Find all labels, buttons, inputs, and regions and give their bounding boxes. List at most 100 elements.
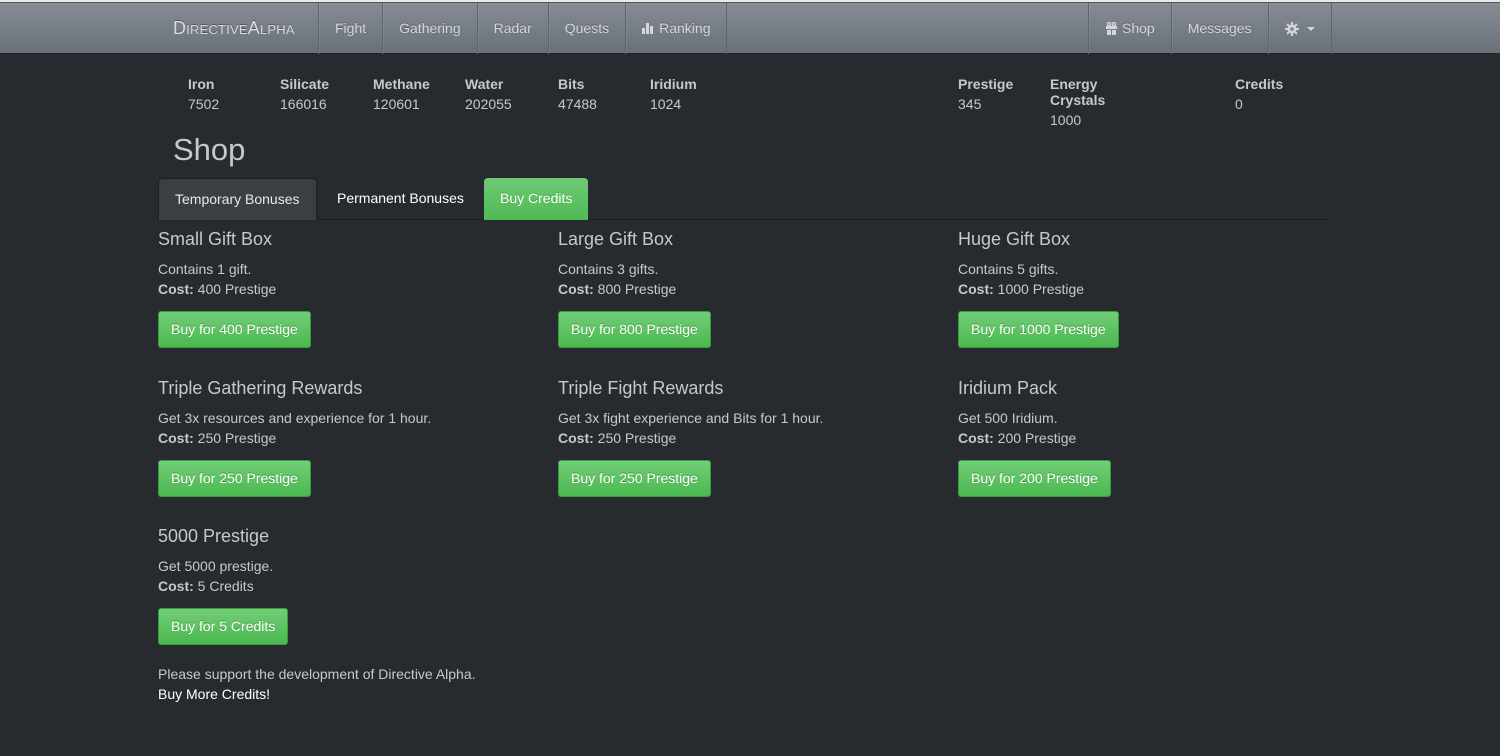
cost-label: Cost:	[958, 430, 994, 446]
stat-label: Water	[465, 76, 504, 92]
cost-value: 200 Prestige	[997, 430, 1077, 446]
gear-icon	[1284, 21, 1299, 36]
stat-iron: Iron 7502	[188, 76, 219, 112]
stat-energy-crystals: Energy Crystals 1000	[1050, 76, 1105, 128]
item-title: Triple Gathering Rewards	[158, 378, 363, 398]
item-cost: Cost: 200 Prestige	[958, 428, 1338, 448]
stat-water: Water 202055	[465, 76, 512, 112]
nav-ranking[interactable]: Ranking	[625, 3, 728, 54]
shop-item-huge-gift-box: Huge Gift Box Contains 5 gifts. Cost: 10…	[958, 229, 1338, 348]
cost-value: 250 Prestige	[197, 430, 277, 446]
cost-label: Cost:	[158, 281, 194, 297]
cost-label: Cost:	[158, 578, 194, 594]
item-cost: Cost: 800 Prestige	[558, 279, 938, 299]
nav-fight[interactable]: Fight	[318, 3, 382, 54]
buy-button[interactable]: Buy for 1000 Prestige	[958, 311, 1119, 348]
nav-shop[interactable]: Shop	[1088, 3, 1171, 54]
item-title: Small Gift Box	[158, 229, 273, 249]
buy-more-credits-link[interactable]: Buy More Credits!	[158, 684, 476, 704]
cost-label: Cost:	[558, 430, 594, 446]
item-description: Contains 5 gifts.	[958, 261, 1059, 277]
cost-label: Cost:	[958, 281, 994, 297]
item-description: Get 3x fight experience and Bits for 1 h…	[558, 410, 824, 426]
buy-button[interactable]: Buy for 5 Credits	[158, 608, 289, 645]
stat-silicate: Silicate 166016	[280, 76, 329, 112]
tab-temporary-bonuses[interactable]: Temporary Bonuses	[158, 178, 317, 220]
item-title: Large Gift Box	[558, 229, 674, 249]
nav-quests[interactable]: Quests	[547, 3, 625, 54]
stat-value: 47488	[558, 96, 597, 112]
item-cost: Cost: 250 Prestige	[558, 428, 938, 448]
stat-label: Bits	[558, 76, 585, 92]
shop-item-large-gift-box: Large Gift Box Contains 3 gifts. Cost: 8…	[558, 229, 938, 348]
stat-methane: Methane 120601	[373, 76, 430, 112]
settings-dropdown[interactable]	[1267, 3, 1332, 54]
cost-value: 800 Prestige	[597, 281, 677, 297]
stat-label: Energy Crystals	[1050, 76, 1106, 108]
nav-radar-label: Radar	[493, 20, 532, 36]
stat-label: Iron	[188, 76, 215, 92]
cost-value: 400 Prestige	[197, 281, 277, 297]
item-cost: Cost: 250 Prestige	[158, 428, 538, 448]
stat-label: Credits	[1235, 76, 1284, 92]
item-title: Iridium Pack	[958, 378, 1058, 398]
brand-logo[interactable]: DirectiveAlpha	[173, 3, 295, 54]
stat-label: Silicate	[280, 76, 330, 92]
item-title: 5000 Prestige	[158, 526, 270, 546]
nav-radar[interactable]: Radar	[476, 3, 548, 54]
buy-button[interactable]: Buy for 200 Prestige	[958, 460, 1111, 497]
cost-label: Cost:	[558, 281, 594, 297]
stat-label: Prestige	[958, 76, 1014, 92]
item-description: Contains 3 gifts.	[558, 261, 659, 277]
nav-gathering[interactable]: Gathering	[382, 3, 476, 54]
tab-permanent-bonuses[interactable]: Permanent Bonuses	[321, 178, 480, 220]
shop-item-small-gift-box: Small Gift Box Contains 1 gift. Cost: 40…	[158, 229, 538, 348]
item-description: Get 5000 prestige.	[158, 558, 274, 574]
bar-chart-icon	[642, 23, 654, 34]
shop-item-5000-prestige: 5000 Prestige Get 5000 prestige. Cost: 5…	[158, 526, 538, 645]
shop-tabs: Temporary Bonuses Permanent Bonuses Buy …	[158, 178, 1328, 220]
stat-prestige: Prestige 345	[958, 76, 1013, 112]
stat-bits: Bits 47488	[558, 76, 597, 112]
stat-value: 345	[958, 96, 982, 112]
stat-label: Iridium	[650, 76, 697, 92]
cost-value: 250 Prestige	[597, 430, 677, 446]
buy-button[interactable]: Buy for 250 Prestige	[558, 460, 711, 497]
shop-item-triple-gathering: Triple Gathering Rewards Get 3x resource…	[158, 378, 538, 497]
gift-icon	[1106, 22, 1117, 35]
stat-credits: Credits 0	[1235, 76, 1283, 112]
item-description: Get 500 Iridium.	[958, 410, 1058, 426]
stat-value: 1024	[650, 96, 682, 112]
shop-item-triple-fight: Triple Fight Rewards Get 3x fight experi…	[558, 378, 938, 497]
item-description: Contains 1 gift.	[158, 261, 252, 277]
navbar: DirectiveAlpha Fight Gathering Radar Que…	[0, 3, 1500, 54]
caret-down-icon	[1306, 26, 1315, 31]
buy-button[interactable]: Buy for 800 Prestige	[558, 311, 711, 348]
stat-value: 166016	[280, 96, 327, 112]
nav-shop-label: Shop	[1122, 20, 1155, 36]
nav-quests-label: Quests	[564, 20, 610, 36]
support-note: Please support the development of Direct…	[158, 664, 476, 704]
nav-messages[interactable]: Messages	[1170, 3, 1268, 54]
cost-value: 1000 Prestige	[997, 281, 1085, 297]
buy-button[interactable]: Buy for 250 Prestige	[158, 460, 311, 497]
nav-messages-label: Messages	[1187, 20, 1252, 36]
stat-value: 1000	[1050, 112, 1082, 128]
item-cost: Cost: 400 Prestige	[158, 279, 538, 299]
stat-label: Methane	[373, 76, 430, 92]
tab-buy-credits[interactable]: Buy Credits	[484, 178, 589, 220]
item-cost: Cost: 5 Credits	[158, 576, 538, 596]
item-cost: Cost: 1000 Prestige	[958, 279, 1338, 299]
nav-ranking-label: Ranking	[659, 20, 711, 36]
page-title: Shop	[173, 132, 246, 167]
nav-right: Shop Messages	[1088, 3, 1332, 54]
item-description: Get 3x resources and experience for 1 ho…	[158, 410, 432, 426]
support-text: Please support the development of Direct…	[158, 666, 476, 682]
shop-item-iridium-pack: Iridium Pack Get 500 Iridium. Cost: 200 …	[958, 378, 1338, 497]
stat-value: 7502	[188, 96, 220, 112]
nav-gathering-label: Gathering	[399, 20, 461, 36]
item-title: Huge Gift Box	[958, 229, 1071, 249]
buy-button[interactable]: Buy for 400 Prestige	[158, 311, 311, 348]
item-title: Triple Fight Rewards	[558, 378, 724, 398]
stat-iridium: Iridium 1024	[650, 76, 697, 112]
